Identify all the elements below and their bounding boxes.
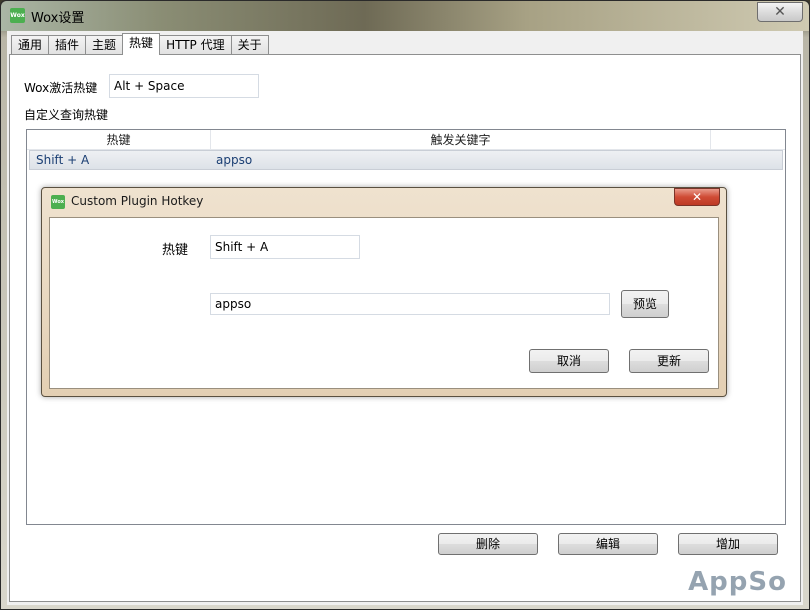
dialog-app-icon: Wox [51, 195, 65, 209]
custom-plugin-hotkey-dialog: Wox Custom Plugin Hotkey ✕ 热键 Shift + A … [41, 187, 727, 397]
dialog-title: Custom Plugin Hotkey [71, 194, 204, 208]
dialog-close-button[interactable]: ✕ [674, 188, 720, 206]
delete-button[interactable]: 删除 [438, 533, 538, 555]
appso-watermark: AppSo [688, 567, 787, 597]
list-header: 热键 触发关键字 [27, 130, 785, 150]
add-button[interactable]: 增加 [678, 533, 778, 555]
settings-window: Wox Wox设置 ✕ 通用 插件 主题 热键 HTTP 代理 关于 Wox激活… [0, 0, 810, 610]
title-bar[interactable]: Wox Wox设置 ✕ [1, 1, 809, 31]
row-hotkey-cell: Shift + A [36, 153, 90, 167]
row-keyword-cell: appso [216, 153, 253, 167]
dialog-keyword-input[interactable]: appso [210, 293, 610, 315]
tab-strip: 通用 插件 主题 热键 HTTP 代理 关于 [11, 33, 269, 55]
dialog-update-button[interactable]: 更新 [629, 349, 709, 373]
wox-app-icon: Wox [10, 8, 25, 23]
dialog-hotkey-input[interactable]: Shift + A [210, 235, 360, 259]
table-row[interactable]: Shift + A appso [29, 150, 783, 170]
dialog-cancel-button[interactable]: 取消 [529, 349, 609, 373]
tab-theme[interactable]: 主题 [85, 35, 124, 55]
tab-http-proxy[interactable]: HTTP 代理 [159, 35, 232, 55]
dialog-hotkey-label: 热键 [162, 243, 189, 258]
tab-hotkey[interactable]: 热键 [122, 33, 161, 55]
column-header-keyword[interactable]: 触发关键字 [211, 130, 711, 150]
dialog-preview-button[interactable]: 预览 [621, 290, 669, 318]
window-close-button[interactable]: ✕ [757, 2, 803, 22]
custom-hotkey-label: 自定义查询热键 [24, 108, 109, 122]
tab-general[interactable]: 通用 [11, 35, 50, 55]
tab-plugins[interactable]: 插件 [48, 35, 87, 55]
window-title: Wox设置 [31, 11, 85, 26]
edit-button[interactable]: 编辑 [558, 533, 658, 555]
activate-hotkey-label: Wox激活热键 [24, 81, 98, 95]
tab-about[interactable]: 关于 [230, 35, 269, 55]
activate-hotkey-input[interactable]: Alt + Space [109, 74, 259, 98]
dialog-body: 热键 Shift + A appso 预览 取消 更新 [49, 217, 719, 389]
column-header-hotkey[interactable]: 热键 [27, 130, 211, 150]
